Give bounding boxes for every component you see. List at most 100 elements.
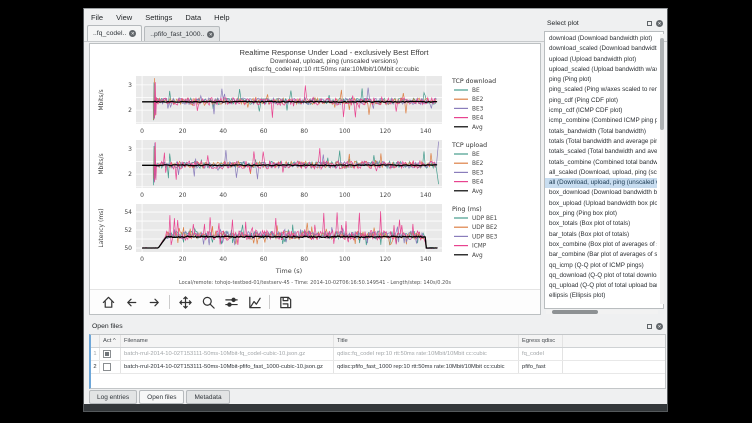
- plot-type-item[interactable]: box_upload (Upload bandwidth box plot): [545, 199, 657, 209]
- open-file-row[interactable]: 2batch-rrul-2014-10-02T153111-50ms-10Mbi…: [91, 361, 665, 374]
- window-bottom-edge: [84, 404, 667, 411]
- plot-type-item[interactable]: icmp_cdf (ICMP CDF plot): [545, 106, 657, 116]
- active-checkbox[interactable]: [103, 363, 111, 371]
- plot-view[interactable]: Realtime Response Under Load - exclusive…: [89, 43, 541, 315]
- select-plot-title: Select plot: [544, 20, 647, 27]
- svg-text:0: 0: [140, 192, 144, 199]
- plot-type-item[interactable]: ping_cdf (Ping CDF plot): [545, 96, 657, 106]
- chart-title: Realtime Response Under Load - exclusive…: [154, 48, 514, 57]
- plot-type-item[interactable]: download_scaled (Download bandwidth w/ax…: [545, 44, 657, 54]
- forward-icon[interactable]: [146, 294, 162, 310]
- plot-type-item[interactable]: all (Download, upload, ping (unscaled ve…: [545, 178, 657, 188]
- plot-type-item[interactable]: totals (Total bandwidth and average ping…: [545, 137, 657, 147]
- home-icon[interactable]: [100, 294, 116, 310]
- legend-entry: BE3: [472, 170, 484, 176]
- menu-data[interactable]: Data: [185, 13, 201, 22]
- close-icon[interactable]: [656, 323, 663, 330]
- plot-type-item[interactable]: ping_scaled (Ping w/axes scaled to remov…: [545, 85, 657, 95]
- select-plot-header: Select plot: [544, 16, 666, 30]
- subplot-0[interactable]: 23020406080100120140Mbits/sTCP downloadB…: [90, 74, 542, 138]
- file-title: qdisc:fq_codel rep:10 rtt:50ms rate:10Mb…: [334, 348, 519, 360]
- subplot-1[interactable]: 23020406080100120140Mbits/sTCP uploadBEB…: [90, 138, 542, 202]
- sort-caret-icon: ^: [113, 338, 116, 344]
- toolbar-separator: [169, 295, 170, 309]
- plot-type-item[interactable]: ping (Ping plot): [545, 75, 657, 85]
- plot-type-item[interactable]: upload_scaled (Upload bandwidth w/axes s…: [545, 65, 657, 75]
- result-tab-0[interactable]: ..fq_codel..: [87, 25, 142, 41]
- pan-icon[interactable]: [177, 294, 193, 310]
- plot-list-vertical-scrollbar[interactable]: [660, 34, 664, 304]
- column-header-title[interactable]: Title: [334, 335, 519, 347]
- plot-list-horizontal-scrollbar[interactable]: [546, 310, 658, 314]
- result-tab-1[interactable]: ..pfifo_fast_1000..: [144, 26, 220, 41]
- save-icon[interactable]: [277, 294, 293, 310]
- plot-type-item[interactable]: ellipsis (Ellipsis plot): [545, 291, 657, 301]
- svg-text:0: 0: [140, 256, 144, 263]
- y-axis-label: Mbits/s: [98, 89, 105, 110]
- tab-close-icon[interactable]: [207, 31, 214, 38]
- column-header-act[interactable]: Act ^: [100, 335, 121, 347]
- result-tab-label: ..fq_codel..: [93, 30, 126, 37]
- active-checkbox[interactable]: [103, 350, 111, 358]
- plot-type-item[interactable]: box_totals (Box plot of totals): [545, 219, 657, 229]
- plot-type-item[interactable]: box_ping (Ping box plot): [545, 209, 657, 219]
- tab-close-icon[interactable]: [129, 30, 136, 37]
- close-icon[interactable]: [656, 20, 663, 27]
- column-header-egress-qdisc[interactable]: Egress qdisc: [519, 335, 563, 347]
- plot-type-item[interactable]: qq_icmp (Q-Q plot of ICMP pings): [545, 261, 657, 271]
- plot-type-item[interactable]: totals_scaled (Total bandwidth and avera…: [545, 147, 657, 157]
- plot-type-item[interactable]: qq_upload (Q-Q plot of total upload ban): [545, 281, 657, 291]
- float-icon[interactable]: [647, 21, 652, 26]
- plot-type-item[interactable]: qq_download (Q-Q plot of total download): [545, 271, 657, 281]
- menu-view[interactable]: View: [116, 13, 132, 22]
- menu-file[interactable]: File: [91, 13, 103, 22]
- file-egress-qdisc: fq_codel: [519, 348, 563, 360]
- svg-text:52: 52: [124, 227, 132, 234]
- plot-type-item[interactable]: bar_totals (Box plot of totals): [545, 230, 657, 240]
- float-icon[interactable]: [647, 324, 652, 329]
- zoom-icon[interactable]: [200, 294, 216, 310]
- svg-text:140: 140: [420, 192, 432, 199]
- select-plot-panel: Select plot download (Download bandwidth…: [544, 16, 666, 316]
- menu-help[interactable]: Help: [214, 13, 229, 22]
- svg-text:3: 3: [128, 82, 132, 89]
- row-number: 2: [91, 361, 100, 373]
- y-axis-label: Mbits/s: [98, 153, 105, 174]
- subplots-icon[interactable]: [223, 294, 239, 310]
- legend-entry: BE4: [472, 116, 484, 122]
- svg-text:2: 2: [128, 107, 132, 114]
- legend-title: TCP upload: [451, 142, 487, 149]
- legend-entry: Avg: [472, 125, 483, 131]
- bottom-tab-log-entries[interactable]: Log entries: [89, 390, 137, 404]
- plot-type-item[interactable]: box_combine (Box plot of averages of sev…: [545, 240, 657, 250]
- svg-text:120: 120: [380, 256, 392, 263]
- svg-text:120: 120: [380, 128, 392, 135]
- plot-type-item[interactable]: download (Download bandwidth plot): [545, 34, 657, 44]
- subplot-2[interactable]: 505254020406080100120140Latency (ms)Time…: [90, 202, 542, 280]
- matplotlib-toolbar: [90, 289, 540, 314]
- plot-type-item[interactable]: totals_combine (Combined total bandwidth…: [545, 158, 657, 168]
- plot-type-item[interactable]: totals_bandwidth (Total bandwidth): [545, 127, 657, 137]
- plot-type-item[interactable]: upload (Upload bandwidth plot): [545, 55, 657, 65]
- open-files-title: Open files: [89, 323, 647, 330]
- plot-type-item[interactable]: icmp_combine (Combined ICMP ping plot): [545, 116, 657, 126]
- svg-text:60: 60: [260, 192, 268, 199]
- plot-type-item[interactable]: all_scaled (Download, upload, ping (scal…: [545, 168, 657, 178]
- bottom-tab-metadata[interactable]: Metadata: [186, 390, 229, 404]
- plot-type-item[interactable]: box_download (Download bandwidth box plo…: [545, 188, 657, 198]
- svg-text:80: 80: [300, 192, 308, 199]
- chart-caption: Local/remote: tohojo-testbed-01/testserv…: [90, 280, 540, 286]
- column-header-filename[interactable]: Filename: [121, 335, 334, 347]
- open-file-row[interactable]: 1batch-rrul-2014-10-02T153111-50ms-10Mbi…: [91, 348, 665, 361]
- chart-canvas[interactable]: 23020406080100120140Mbits/sTCP downloadB…: [90, 74, 540, 280]
- svg-text:80: 80: [300, 128, 308, 135]
- bottom-tab-open-files[interactable]: Open files: [139, 390, 184, 404]
- plot-edit-icon[interactable]: [246, 294, 262, 310]
- open-files-table-header: Act ^ Filename Title Egress qdisc: [91, 335, 665, 348]
- result-tab-label: ..pfifo_fast_1000..: [150, 31, 204, 38]
- back-icon[interactable]: [123, 294, 139, 310]
- plot-type-item[interactable]: bar_combine (Bar plot of averages of sev…: [545, 250, 657, 260]
- svg-text:40: 40: [219, 256, 227, 263]
- menu-settings[interactable]: Settings: [145, 13, 172, 22]
- svg-text:80: 80: [300, 256, 308, 263]
